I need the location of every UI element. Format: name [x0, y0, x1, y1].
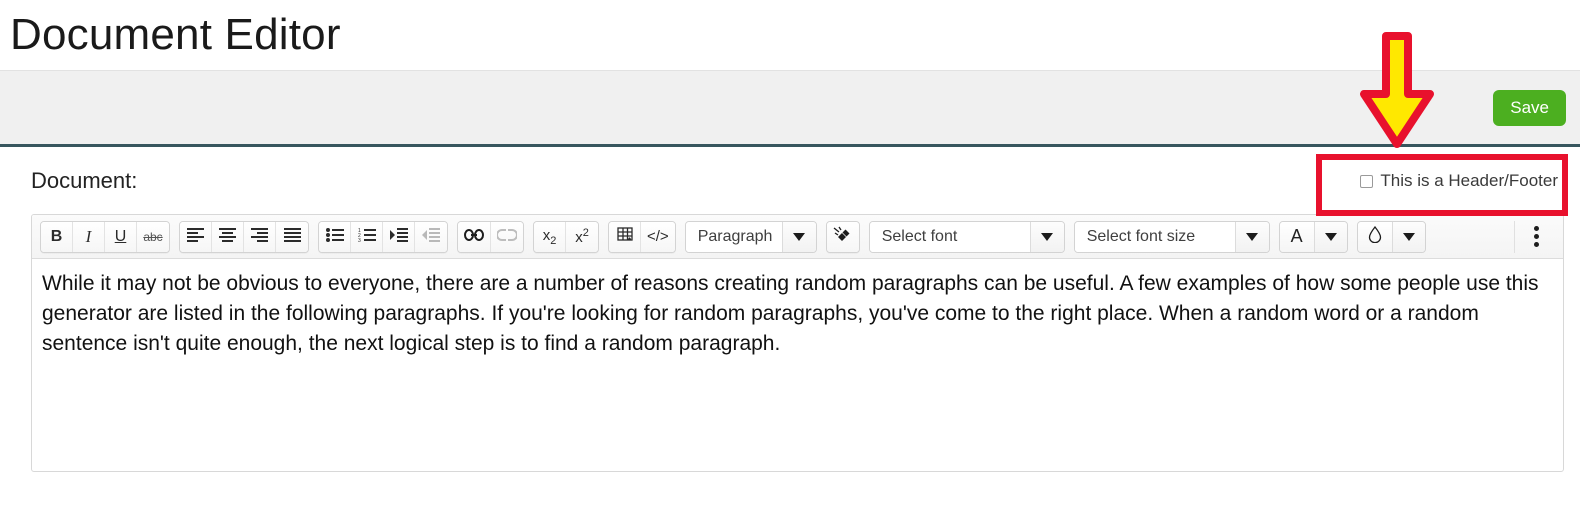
italic-button[interactable]: I	[73, 221, 105, 252]
page-title: Document Editor	[10, 10, 341, 59]
align-right-icon	[251, 227, 268, 246]
editor-toolbar: B I U abc 1 2 3 x2 x2 </> Paragraph Sele…	[32, 215, 1563, 259]
subscript-button[interactable]: x2	[534, 221, 566, 252]
header-footer-label: This is a Header/Footer	[1380, 171, 1558, 190]
vertical-ellipsis-icon	[1533, 242, 1539, 247]
chevron-down-icon	[1402, 232, 1415, 241]
numbered-list-button[interactable]: 123	[351, 221, 383, 252]
paragraph-style-select[interactable]: Paragraph	[684, 220, 817, 253]
document-label: Document:	[31, 167, 138, 193]
remove-link-button[interactable]	[491, 221, 523, 252]
toolbar-more-button[interactable]	[1519, 221, 1553, 253]
align-justify-button[interactable]	[276, 221, 308, 252]
font-size-value: Select font size	[1074, 221, 1235, 252]
align-right-button[interactable]	[244, 221, 276, 252]
highlight-color-caret[interactable]	[1391, 221, 1425, 252]
align-center-icon	[219, 227, 236, 246]
text-color-split: A	[1278, 220, 1348, 253]
bullet-list-icon	[325, 227, 344, 246]
droplet-icon	[1368, 225, 1382, 248]
indent-decrease-icon	[422, 227, 440, 246]
align-left-button[interactable]	[180, 221, 212, 252]
toolbar-group-script: x2 x2	[533, 220, 599, 253]
toolbar-group-lists: 123	[318, 220, 448, 253]
action-bar: Save	[0, 70, 1580, 147]
highlight-color-button[interactable]	[1357, 221, 1392, 252]
bold-button[interactable]: B	[41, 221, 73, 252]
chevron-down-icon	[1041, 232, 1054, 241]
font-family-value: Select font	[869, 221, 1030, 252]
toolbar-group-insert: </>	[608, 220, 676, 253]
strikethrough-button[interactable]: abc	[137, 221, 169, 252]
toolbar-group-clear-format	[825, 220, 860, 253]
toolbar-group-alignment	[179, 220, 309, 253]
rich-text-editor: B I U abc 1 2 3 x2 x2 </> Paragraph Sele…	[31, 214, 1564, 472]
align-left-icon	[187, 227, 204, 246]
vertical-ellipsis-icon	[1533, 234, 1539, 239]
vertical-ellipsis-icon	[1533, 226, 1539, 231]
chevron-down-icon	[793, 232, 806, 241]
document-row: Document: This is a Header/Footer	[0, 147, 1580, 214]
source-code-button[interactable]: </>	[641, 221, 675, 252]
chevron-down-icon	[1324, 232, 1337, 241]
font-size-caret[interactable]	[1234, 221, 1269, 252]
underline-button[interactable]: U	[105, 221, 137, 252]
bullet-list-button[interactable]	[319, 221, 351, 252]
svg-text:3: 3	[358, 238, 361, 242]
superscript-button[interactable]: x2	[566, 221, 598, 252]
insert-table-button[interactable]	[609, 221, 641, 252]
decrease-indent-button[interactable]	[415, 221, 447, 252]
font-family-caret[interactable]	[1029, 221, 1064, 252]
page-header: Document Editor	[0, 0, 1580, 70]
table-icon	[616, 226, 633, 247]
font-family-select[interactable]: Select font	[868, 220, 1065, 253]
toolbar-group-text-style: B I U abc	[40, 220, 170, 253]
insert-link-button[interactable]	[458, 221, 491, 252]
text-color-button[interactable]: A	[1279, 221, 1314, 252]
header-footer-checkbox-group[interactable]: This is a Header/Footer	[1346, 161, 1570, 201]
eraser-icon	[833, 226, 853, 248]
save-button[interactable]: Save	[1493, 89, 1566, 126]
clear-formatting-button[interactable]	[826, 221, 859, 252]
paragraph-style-value: Paragraph	[685, 221, 782, 252]
toolbar-group-link	[457, 220, 524, 253]
text-color-caret[interactable]	[1313, 221, 1347, 252]
align-center-button[interactable]	[212, 221, 244, 252]
editor-paragraph: While it may not be obvious to everyone,…	[42, 272, 1539, 355]
paragraph-style-caret[interactable]	[781, 221, 816, 252]
align-justify-icon	[283, 227, 301, 246]
indent-increase-icon	[389, 227, 408, 246]
chevron-down-icon	[1246, 232, 1259, 241]
font-size-select[interactable]: Select font size	[1073, 220, 1270, 253]
toolbar-divider	[1514, 220, 1515, 253]
unlink-icon	[496, 228, 518, 245]
editor-content-area[interactable]: While it may not be obvious to everyone,…	[32, 259, 1563, 358]
header-footer-checkbox[interactable]	[1360, 174, 1374, 188]
increase-indent-button[interactable]	[383, 221, 415, 252]
numbered-list-icon: 123	[358, 228, 376, 246]
highlight-color-split	[1356, 220, 1426, 253]
link-icon	[464, 228, 484, 245]
